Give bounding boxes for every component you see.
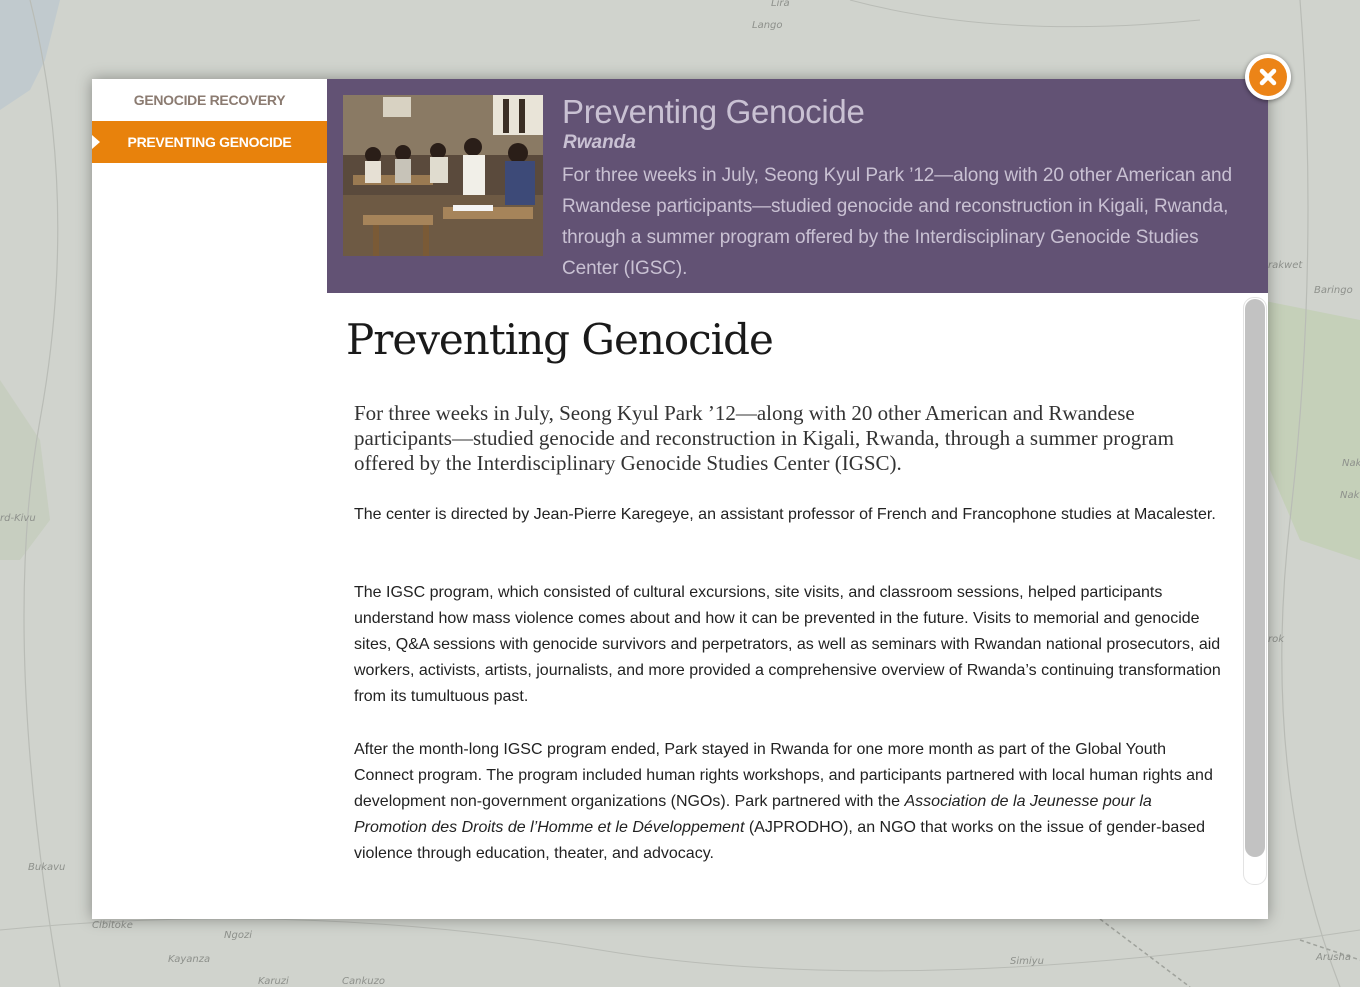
sidebar-item-label: PREVENTING GENOCIDE <box>127 134 292 150</box>
map-label: rd-Kivu <box>0 513 36 524</box>
map-label: Cibitoke <box>92 920 133 931</box>
map-label: Cankuzo <box>342 976 385 987</box>
close-button[interactable] <box>1245 54 1291 100</box>
map-label: Nak <box>1340 490 1360 501</box>
article-paragraph: The IGSC program, which consisted of cul… <box>354 584 1221 705</box>
header-description: For three weeks in July, Seong Kyul Park… <box>562 165 1232 279</box>
header-subtitle: Rwanda <box>563 132 636 153</box>
scrollbar[interactable] <box>1243 297 1267 885</box>
map-label: Lira <box>771 0 790 9</box>
map-label: rok <box>1268 634 1285 645</box>
header-title: Preventing Genocide <box>562 93 865 130</box>
map-label: Arusha <box>1316 952 1351 963</box>
map-label: Naki <box>1342 458 1360 469</box>
map-label: Bukavu <box>28 862 66 873</box>
scrollbar-thumb[interactable] <box>1245 299 1265 857</box>
article-title: Preventing Genocide <box>346 315 774 364</box>
sidebar-item-preventing-genocide[interactable]: PREVENTING GENOCIDE <box>92 121 327 163</box>
close-x-icon <box>1249 58 1287 96</box>
story-modal: GENOCIDE RECOVERY PREVENTING GENOCIDE Pr… <box>92 79 1268 919</box>
map-label: Ngozi <box>224 930 252 941</box>
classroom-photo <box>343 95 543 256</box>
story-sidebar: GENOCIDE RECOVERY PREVENTING GENOCIDE <box>92 79 327 919</box>
map-label: Baringo <box>1314 285 1353 296</box>
map-label: Kayanza <box>168 954 211 965</box>
map-label: Lango <box>752 20 783 31</box>
sidebar-item-label: GENOCIDE RECOVERY <box>133 92 286 108</box>
map-label: Karuzi <box>258 976 289 987</box>
article-paragraph: After the month-long IGSC program ended,… <box>354 737 1224 867</box>
article-lead: For three weeks in July, Seong Kyul Park… <box>354 401 1174 475</box>
story-header: Preventing Genocide Rwanda For three wee… <box>327 79 1268 293</box>
map-label: Simiyu <box>1010 956 1044 967</box>
article-paragraph: The center is directed by Jean-Pierre Ka… <box>354 506 1216 523</box>
map-label: rakwet <box>1268 260 1303 271</box>
sidebar-item-genocide-recovery[interactable]: GENOCIDE RECOVERY <box>92 79 327 121</box>
article-content[interactable]: Preventing Genocide For three weeks in J… <box>327 293 1268 919</box>
